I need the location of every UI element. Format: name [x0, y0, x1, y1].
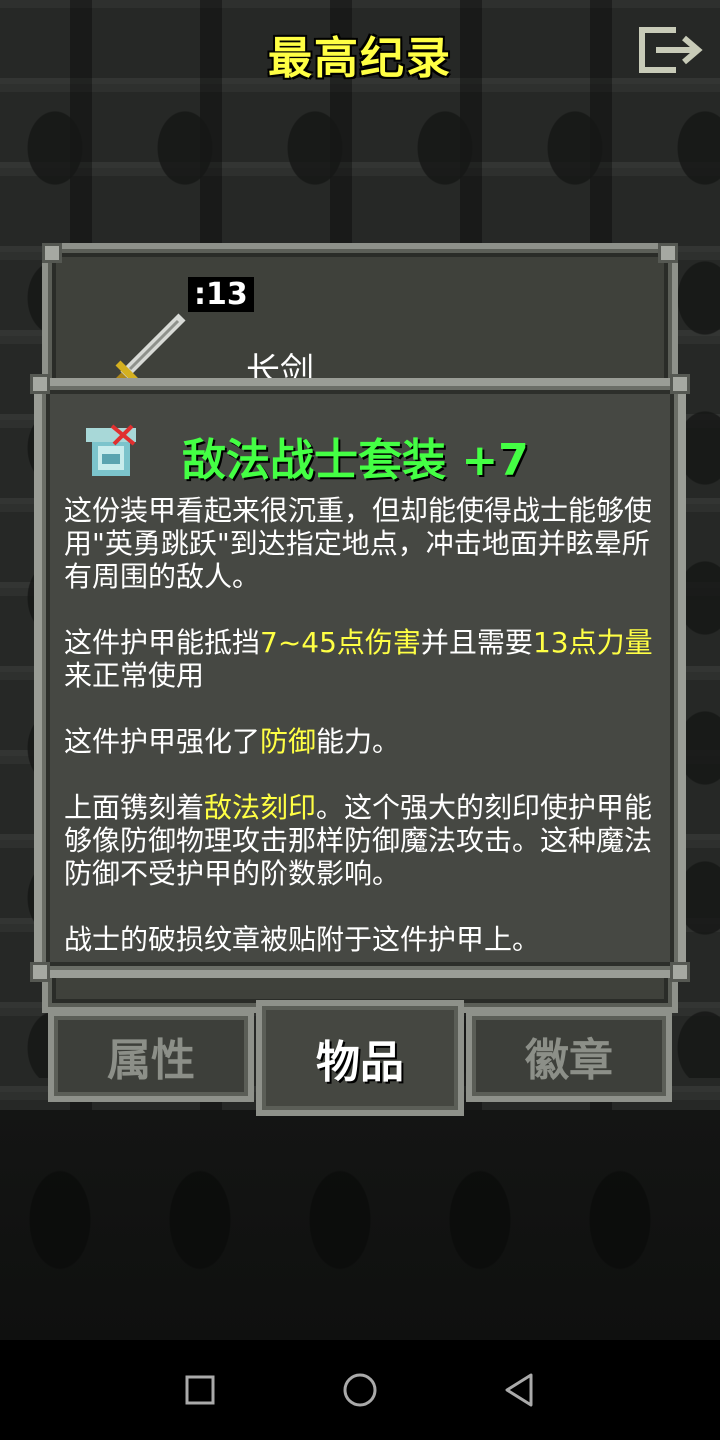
floor-arches: [0, 1130, 720, 1330]
tab-items[interactable]: 物品: [256, 1000, 464, 1116]
desc-text: 并且需要: [420, 626, 533, 659]
desc-paragraph: 这份装甲看起来很沉重，但却能使得战士能够使用"英勇跳跃"到达指定地点，冲击地面并…: [64, 494, 653, 593]
info-corner: [670, 374, 690, 394]
desc-text: 能力。: [316, 725, 401, 758]
desc-paragraph: 这件护甲强化了防御能力。: [64, 725, 670, 758]
page-title: 最高纪录: [268, 33, 452, 84]
info-corner: [30, 962, 50, 982]
desc-highlight: 7~45点伤害: [260, 626, 421, 659]
info-header: 敌法战士套装 +7: [72, 414, 662, 486]
desc-paragraph: 战士的破损纹章被贴附于这件护甲上。: [64, 923, 541, 956]
desc-highlight: 敌法刻印: [204, 791, 317, 824]
square-recents-icon: [185, 1375, 215, 1405]
exit-button[interactable]: [636, 24, 706, 76]
recents-button[interactable]: [175, 1365, 225, 1415]
tab-label: 属性: [107, 1035, 195, 1086]
tab-stats[interactable]: 属性: [48, 1010, 254, 1102]
back-button[interactable]: [495, 1365, 545, 1415]
desc-text: 上面镌刻着: [64, 791, 205, 824]
triangle-back-icon: [505, 1373, 533, 1407]
panel-corner: [42, 243, 62, 263]
circle-home-icon: [343, 1373, 377, 1407]
item-row[interactable]: :13 长剑: [68, 267, 668, 391]
tab-badges[interactable]: 徽章: [466, 1010, 672, 1102]
desc-text: 这件护甲强化了: [64, 725, 261, 758]
panel-corner: [658, 243, 678, 263]
home-button[interactable]: [335, 1365, 385, 1415]
info-corner: [30, 374, 50, 394]
desc-paragraph: 这件护甲能抵挡7~45点伤害并且需要13点力量来正常使用: [64, 626, 670, 692]
desc-paragraph: 上面镌刻着敌法刻印。这个强大的刻印使护甲能够像防御物理攻击那样防御魔法攻击。这种…: [64, 791, 670, 890]
item-level-badge: :13: [188, 277, 254, 312]
info-corner: [670, 962, 690, 982]
sword-icon: [111, 313, 186, 387]
desc-highlight: 13点力量: [532, 626, 653, 659]
tab-label: 徽章: [525, 1035, 613, 1086]
item-info-window[interactable]: 敌法战士套装 +7 这份装甲看起来很沉重，但却能使得战士能够使用"英勇跳跃"到达…: [34, 378, 686, 978]
desc-highlight: 防御: [260, 725, 317, 758]
tab-label: 物品: [316, 1037, 404, 1088]
info-body: 这份装甲看起来很沉重，但却能使得战士能够使用"英勇跳跃"到达指定地点，冲击地面并…: [64, 494, 670, 989]
desc-text: 来正常使用: [64, 659, 205, 692]
armor-icon: [86, 424, 136, 476]
exit-door-icon: [639, 27, 703, 73]
system-nav-bar: [0, 1340, 720, 1440]
info-title: 敌法战士套装 +7: [182, 435, 529, 486]
desc-text: 这件护甲能抵挡: [64, 626, 261, 659]
